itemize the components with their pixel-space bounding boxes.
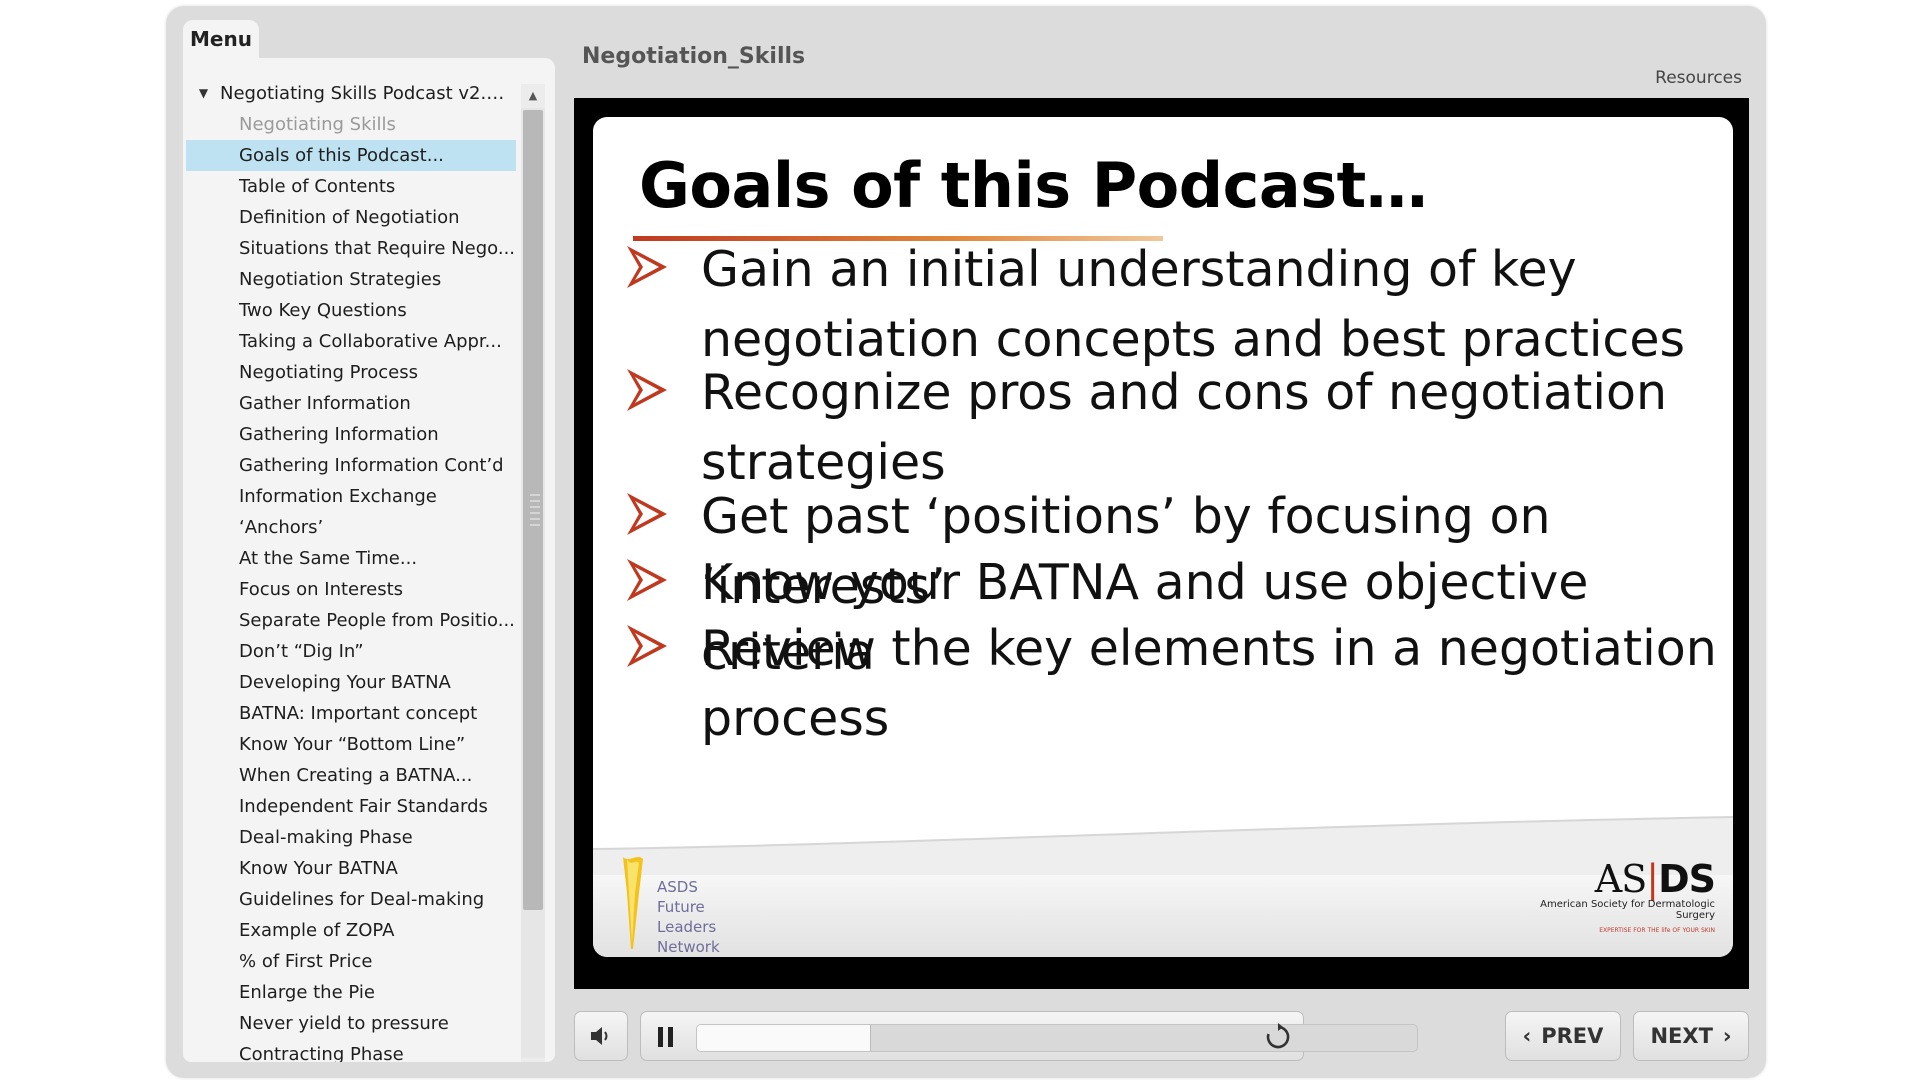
menu-item[interactable]: Example of ZOPA (186, 915, 516, 946)
menu-panel: ▼ Negotiating Skills Podcast v2.re... Ne… (183, 58, 555, 1062)
slide-footer: ASDS Future Leaders Network AS|DS Americ… (593, 816, 1733, 957)
prev-label: PREV (1541, 1024, 1604, 1048)
menu-item[interactable]: Gathering Information Cont’d (186, 450, 516, 481)
prev-button[interactable]: ‹ PREV (1505, 1011, 1621, 1061)
course-title: Negotiation_Skills (582, 44, 806, 69)
menu-item[interactable]: BATNA: Important concept (186, 698, 516, 729)
bullet-arrow-icon (627, 625, 667, 667)
collapse-triangle-icon[interactable]: ▼ (188, 78, 219, 109)
menu-item[interactable]: Know Your “Bottom Line” (186, 729, 516, 760)
menu-item[interactable]: Taking a Collaborative Appr... (186, 326, 516, 357)
slide-frame: Goals of this Podcast… Gain an initial u… (574, 98, 1749, 989)
bullet-arrow-icon (627, 559, 667, 601)
player-window: Menu ▼ Negotiating Skills Podcast v2.re.… (166, 6, 1766, 1078)
slide-bullet-text: Review the key elements in a negotiation… (701, 620, 1717, 747)
menu-item[interactable]: Situations that Require Nego... (186, 233, 516, 264)
menu-item[interactable]: Focus on Interests (186, 574, 516, 605)
scroll-up-arrow-icon[interactable]: ▲ (521, 84, 545, 108)
menu-item[interactable]: Never yield to pressure (186, 1008, 516, 1039)
menu-item[interactable]: Definition of Negotiation (186, 202, 516, 233)
seek-progress (697, 1025, 871, 1051)
next-label: NEXT (1650, 1024, 1713, 1048)
menu-item[interactable]: Negotiating Skills (186, 109, 516, 140)
menu-item[interactable]: ‘Anchors’ (186, 512, 516, 543)
menu-item[interactable]: At the Same Time... (186, 543, 516, 574)
menu-item[interactable]: Guidelines for Deal-making (186, 884, 516, 915)
menu-item[interactable]: Know Your BATNA (186, 853, 516, 884)
torch-logo-icon (623, 857, 643, 949)
menu-item[interactable]: Information Exchange (186, 481, 516, 512)
menu-item[interactable]: Enlarge the Pie (186, 977, 516, 1008)
slide-title: Goals of this Podcast… (639, 149, 1428, 222)
menu-item[interactable]: % of First Price (186, 946, 516, 977)
sidebar: Menu ▼ Negotiating Skills Podcast v2.re.… (183, 20, 555, 1062)
menu-scrollbar[interactable]: ▲ ▼ (521, 84, 545, 1062)
menu-list: ▼ Negotiating Skills Podcast v2.re... Ne… (186, 78, 516, 1062)
chevron-right-icon: › (1722, 1024, 1732, 1048)
menu-item[interactable]: Deal-making Phase (186, 822, 516, 853)
playback-bar (640, 1011, 1418, 1061)
menu-item[interactable]: Separate People from Positio... (186, 605, 516, 636)
resources-link[interactable]: Resources (1655, 68, 1742, 88)
asds-flns-logo-text: ASDS Future Leaders Network (657, 878, 720, 956)
slide-bullet-text: Gain an initial understanding of key neg… (701, 241, 1686, 368)
menu-item[interactable]: Table of Contents (186, 171, 516, 202)
scrollbar-thumb[interactable] (523, 110, 543, 910)
pause-icon (658, 1027, 673, 1047)
speaker-icon (591, 1027, 608, 1045)
menu-item[interactable]: Negotiation Strategies (186, 264, 516, 295)
menu-item[interactable]: Two Key Questions (186, 295, 516, 326)
menu-item[interactable]: Don’t “Dig In” (186, 636, 516, 667)
slide-bullet-text: Recognize pros and cons of negotiation s… (701, 364, 1668, 491)
volume-button[interactable] (574, 1011, 628, 1061)
menu-root-item[interactable]: ▼ Negotiating Skills Podcast v2.re... (186, 78, 516, 109)
asds-logo: AS|DS American Society for Dermatologic … (1540, 857, 1716, 934)
menu-item[interactable]: Independent Fair Standards (186, 791, 516, 822)
menu-root-label: Negotiating Skills Podcast v2.re... (220, 83, 510, 104)
menu-item[interactable]: Goals of this Podcast... (186, 140, 516, 171)
bullet-arrow-icon (627, 369, 667, 411)
replay-icon (1266, 1023, 1290, 1049)
menu-item[interactable]: Gathering Information (186, 419, 516, 450)
bullet-arrow-icon (627, 493, 667, 535)
menu-item[interactable]: Gather Information (186, 388, 516, 419)
menu-tab[interactable]: Menu (183, 20, 259, 58)
slide: Goals of this Podcast… Gain an initial u… (593, 117, 1733, 957)
menu-item[interactable]: Negotiating Process (186, 357, 516, 388)
seek-bar[interactable] (696, 1024, 1418, 1052)
pause-button[interactable] (651, 1022, 681, 1052)
bullet-arrow-icon (627, 246, 667, 288)
chevron-left-icon: ‹ (1522, 1024, 1532, 1048)
scroll-down-arrow-icon[interactable]: ▼ (521, 1058, 545, 1062)
next-button[interactable]: NEXT › (1633, 1011, 1749, 1061)
replay-button[interactable] (1261, 1020, 1295, 1054)
menu-item[interactable]: Contracting Phase (186, 1039, 516, 1062)
menu-item[interactable]: When Creating a BATNA... (186, 760, 516, 791)
menu-item[interactable]: Developing Your BATNA (186, 667, 516, 698)
